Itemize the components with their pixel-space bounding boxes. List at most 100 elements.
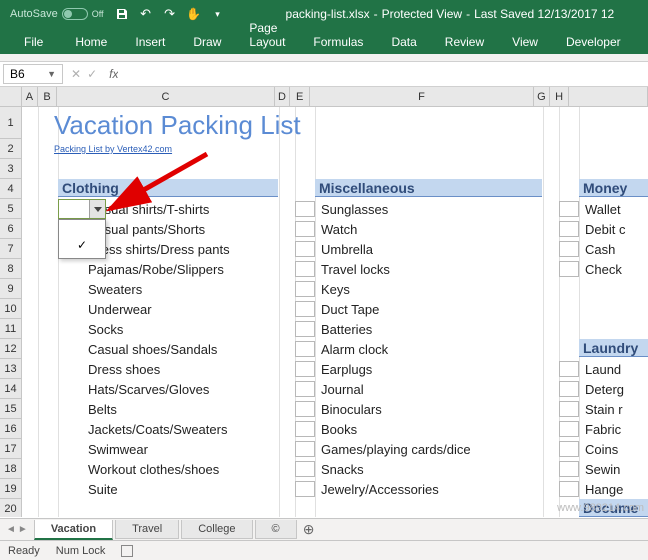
sheet-tab-copyright[interactable]: ©: [255, 520, 297, 539]
col-header[interactable]: H: [550, 87, 570, 106]
row-header[interactable]: 19: [0, 479, 21, 499]
sheet-tab-college[interactable]: College: [181, 520, 252, 539]
list-item[interactable]: Journal: [317, 382, 364, 397]
source-link[interactable]: Packing List by Vertex42.com: [54, 144, 172, 154]
checkbox-cell[interactable]: [295, 221, 315, 237]
row-header[interactable]: 16: [0, 419, 21, 439]
enter-icon[interactable]: ✓: [87, 67, 97, 81]
touch-mode-icon[interactable]: ✋: [186, 6, 202, 22]
list-item[interactable]: Belts: [38, 402, 117, 417]
row-header[interactable]: 1: [0, 107, 21, 139]
col-header[interactable]: [569, 87, 648, 106]
tab-formulas[interactable]: Formulas: [299, 30, 377, 54]
checkbox-cell[interactable]: [559, 441, 579, 457]
checkbox-cell[interactable]: [295, 401, 315, 417]
tab-home[interactable]: Home: [61, 30, 121, 54]
dropdown-list[interactable]: ✓: [58, 219, 106, 259]
list-item[interactable]: Jewelry/Accessories: [317, 482, 439, 497]
row-header[interactable]: 2: [0, 139, 21, 159]
sheet-tab-vacation[interactable]: Vacation: [34, 520, 113, 540]
list-item[interactable]: Alarm clock: [317, 342, 388, 357]
checkbox-cell[interactable]: [559, 221, 579, 237]
row-header[interactable]: 3: [0, 159, 21, 179]
col-header[interactable]: B: [38, 87, 58, 106]
list-item[interactable]: Watch: [317, 222, 357, 237]
save-icon[interactable]: [114, 6, 130, 22]
tab-view[interactable]: View: [498, 30, 552, 54]
list-item[interactable]: Laund: [581, 362, 621, 377]
list-item[interactable]: Hats/Scarves/Gloves: [38, 382, 209, 397]
tab-data[interactable]: Data: [377, 30, 430, 54]
sheet-tab-travel[interactable]: Travel: [115, 520, 179, 539]
list-item[interactable]: Deterg: [581, 382, 624, 397]
list-item[interactable]: Books: [317, 422, 357, 437]
list-item[interactable]: Fabric: [581, 422, 621, 437]
redo-icon[interactable]: ↷: [162, 6, 178, 22]
fx-icon[interactable]: fx: [109, 67, 118, 81]
row-header[interactable]: 9: [0, 279, 21, 299]
list-item[interactable]: Earplugs: [317, 362, 372, 377]
list-item[interactable]: Pajamas/Robe/Slippers: [38, 262, 224, 277]
row-header[interactable]: 7: [0, 239, 21, 259]
cancel-icon[interactable]: ✕: [71, 67, 81, 81]
list-item[interactable]: Wallet: [581, 202, 621, 217]
checkbox-cell[interactable]: [559, 461, 579, 477]
list-item[interactable]: Sweaters: [38, 282, 142, 297]
checkbox-cell[interactable]: [559, 401, 579, 417]
row-header[interactable]: 12: [0, 339, 21, 359]
cell-value[interactable]: [59, 200, 89, 218]
tab-page-layout[interactable]: Page Layout: [235, 16, 299, 54]
checkbox-cell[interactable]: [559, 481, 579, 497]
list-item[interactable]: Sewin: [581, 462, 620, 477]
list-item[interactable]: Dress shoes: [38, 362, 160, 377]
row-header[interactable]: 11: [0, 319, 21, 339]
checkbox-cell[interactable]: [559, 201, 579, 217]
col-header[interactable]: D: [275, 87, 291, 106]
dropdown-option[interactable]: ✓: [59, 238, 105, 252]
row-header[interactable]: 14: [0, 379, 21, 399]
prev-sheet-icon[interactable]: ◄: [6, 524, 16, 535]
list-item[interactable]: Workout clothes/shoes: [38, 462, 219, 477]
tab-insert[interactable]: Insert: [121, 30, 179, 54]
next-sheet-icon[interactable]: ►: [18, 524, 28, 535]
formula-input[interactable]: [118, 64, 648, 84]
list-item[interactable]: Coins: [581, 442, 618, 457]
checkbox-cell[interactable]: [295, 421, 315, 437]
checkbox-cell[interactable]: [295, 441, 315, 457]
checkbox-cell[interactable]: [559, 361, 579, 377]
new-sheet-button[interactable]: ⊕: [299, 521, 319, 538]
col-header[interactable]: F: [310, 87, 534, 106]
checkbox-cell[interactable]: [295, 381, 315, 397]
checkbox-cell[interactable]: [295, 361, 315, 377]
checkbox-cell[interactable]: [295, 301, 315, 317]
list-item[interactable]: Hange: [581, 482, 623, 497]
list-item[interactable]: Umbrella: [317, 242, 373, 257]
list-item[interactable]: Check: [581, 262, 622, 277]
checkbox-cell[interactable]: [295, 241, 315, 257]
dropdown-button[interactable]: [89, 200, 105, 218]
col-header[interactable]: A: [22, 87, 38, 106]
row-header[interactable]: 6: [0, 219, 21, 239]
row-header[interactable]: 18: [0, 459, 21, 479]
autosave-toggle[interactable]: AutoSave Off: [10, 8, 104, 20]
list-item[interactable]: Debit c: [581, 222, 625, 237]
tab-file[interactable]: File: [10, 30, 61, 54]
row-header[interactable]: 5: [0, 199, 21, 219]
tab-draw[interactable]: Draw: [179, 30, 235, 54]
checkbox-cell[interactable]: [559, 241, 579, 257]
row-header[interactable]: 8: [0, 259, 21, 279]
row-header[interactable]: 10: [0, 299, 21, 319]
name-box[interactable]: B6 ▼: [3, 64, 63, 84]
select-all-corner[interactable]: [0, 87, 21, 107]
list-item[interactable]: Snacks: [317, 462, 364, 477]
list-item[interactable]: Duct Tape: [317, 302, 379, 317]
sheet-area[interactable]: Vacation Packing List Packing List by Ve…: [22, 107, 648, 517]
active-cell-dropdown[interactable]: [58, 199, 106, 219]
list-item[interactable]: Jackets/Coats/Sweaters: [38, 422, 227, 437]
list-item[interactable]: Casual shoes/Sandals: [38, 342, 217, 357]
list-item[interactable]: Sunglasses: [317, 202, 388, 217]
checkbox-cell[interactable]: [295, 481, 315, 497]
col-header[interactable]: E: [290, 87, 310, 106]
col-header[interactable]: C: [57, 87, 274, 106]
row-header[interactable]: 20: [0, 499, 21, 517]
